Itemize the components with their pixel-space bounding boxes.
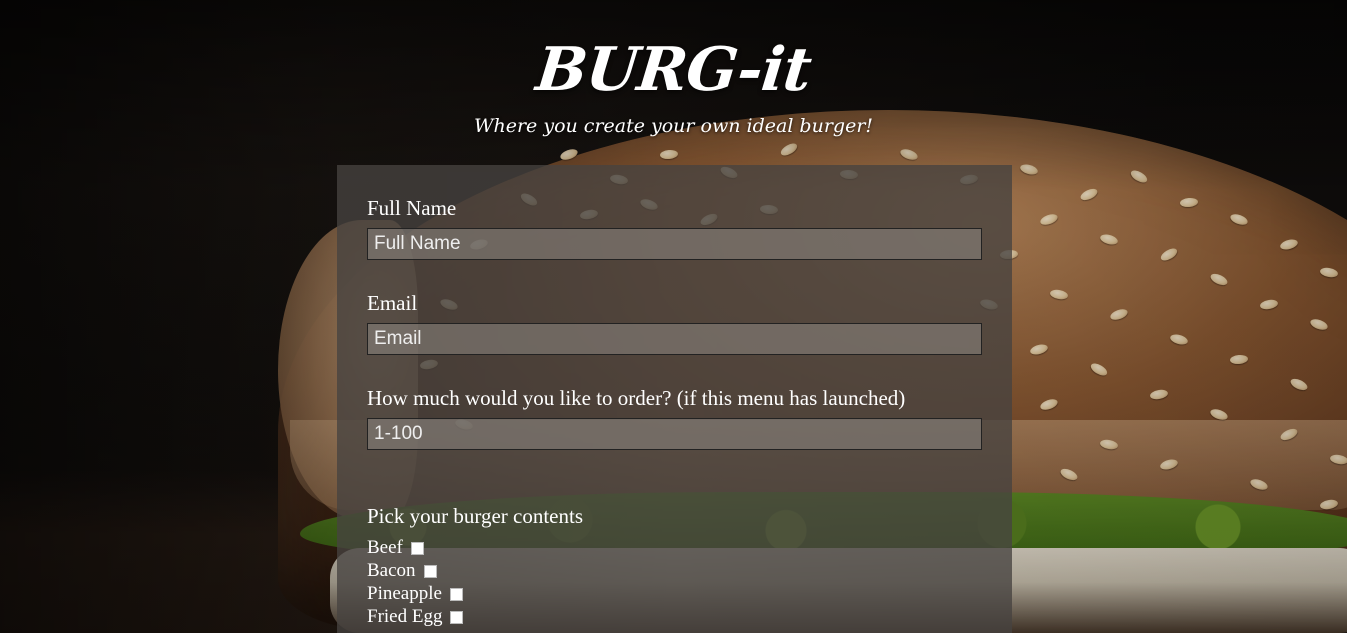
option-label: Fried Egg <box>367 606 443 627</box>
checkbox-icon[interactable] <box>450 611 464 624</box>
contents-option-bacon[interactable]: Bacon <box>367 560 437 582</box>
contents-option-beef[interactable]: Beef <box>367 537 424 559</box>
order-quantity-label: How much would you like to order? (if th… <box>367 386 906 410</box>
checkbox-icon[interactable] <box>423 565 437 578</box>
site-title: BURG-it <box>532 35 815 105</box>
email-input[interactable] <box>367 323 982 355</box>
contents-option-fried-egg[interactable]: Fried Egg <box>367 606 464 628</box>
option-label: Beef <box>367 537 403 558</box>
option-label: Bacon <box>367 560 416 581</box>
site-tagline: Where you create your own ideal burger! <box>473 115 874 137</box>
burger-contents-heading: Pick your burger contents <box>367 504 583 528</box>
full-name-input[interactable] <box>367 228 982 260</box>
full-name-label: Full Name <box>367 196 457 220</box>
checkbox-icon[interactable] <box>410 542 424 555</box>
email-label: Email <box>367 291 418 315</box>
burger-order-form: Full Name Email How much would you like … <box>337 165 1012 633</box>
page-background: BURG-it Where you create your own ideal … <box>0 0 1347 633</box>
option-label: Pineapple <box>367 583 442 604</box>
order-quantity-input[interactable] <box>367 418 982 450</box>
checkbox-icon[interactable] <box>449 588 463 601</box>
contents-option-pineapple[interactable]: Pineapple <box>367 583 463 605</box>
